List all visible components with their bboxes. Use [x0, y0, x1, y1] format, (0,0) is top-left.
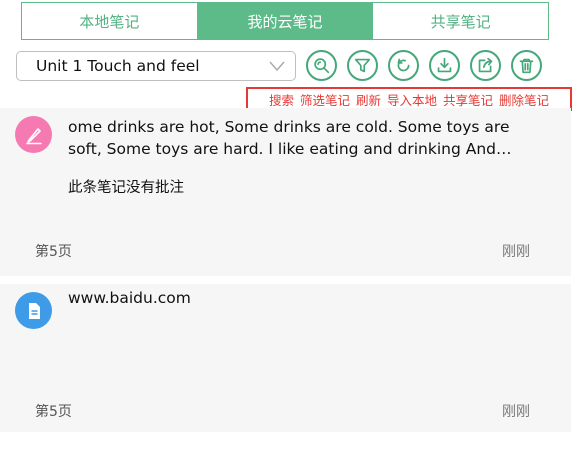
- legend-search: 搜索: [268, 92, 294, 108]
- legend-import: 导入本地: [387, 92, 438, 108]
- unit-select-value: Unit 1 Touch and feel: [36, 57, 200, 75]
- note-text: ome drinks are hot, Some drinks are cold…: [68, 118, 510, 158]
- tab-my-cloud-notes[interactable]: 我的云笔记: [196, 3, 373, 39]
- legend-delete: 删除笔记: [499, 92, 550, 108]
- document-icon: [28, 302, 40, 319]
- search-icon: [314, 58, 330, 74]
- refresh-button[interactable]: [388, 50, 419, 81]
- note-card[interactable]: ome drinks are hot, Some drinks are cold…: [0, 108, 571, 276]
- note-avatar: [15, 116, 52, 153]
- tab-shared-notes[interactable]: 共享笔记: [372, 3, 549, 39]
- download-icon: [437, 57, 452, 73]
- pen-icon: [25, 127, 42, 144]
- note-text: www.baidu.com: [68, 289, 191, 307]
- note-tabs: 本地笔记 我的云笔记 共享笔记: [21, 2, 549, 40]
- delete-notes-button[interactable]: [511, 50, 542, 81]
- share-icon: [478, 57, 493, 73]
- unit-select[interactable]: Unit 1 Touch and feel: [16, 51, 296, 81]
- note-time: 刚刚: [502, 404, 530, 420]
- chevron-down-icon: [269, 61, 285, 72]
- search-button[interactable]: [306, 50, 337, 81]
- note-page: 第5页: [35, 244, 72, 260]
- filter-notes-button[interactable]: [347, 50, 378, 81]
- note-card[interactable]: www.baidu.com 第5页 刚刚: [0, 284, 571, 432]
- share-notes-button[interactable]: [470, 50, 501, 81]
- import-local-button[interactable]: [429, 50, 460, 81]
- note-time: 刚刚: [502, 244, 530, 260]
- filter-icon: [354, 58, 371, 73]
- trash-icon: [519, 58, 534, 74]
- tab-local-notes[interactable]: 本地笔记: [22, 3, 197, 39]
- refresh-icon: [397, 58, 410, 72]
- legend-refresh: 刷新: [355, 92, 381, 108]
- note-toolbar: [306, 50, 542, 82]
- note-page: 第5页: [35, 404, 72, 420]
- note-comment: 此条笔记没有批注: [68, 180, 184, 196]
- legend-filter: 筛选笔记: [299, 92, 350, 108]
- legend-share: 共享笔记: [443, 92, 494, 108]
- note-avatar: [15, 292, 52, 329]
